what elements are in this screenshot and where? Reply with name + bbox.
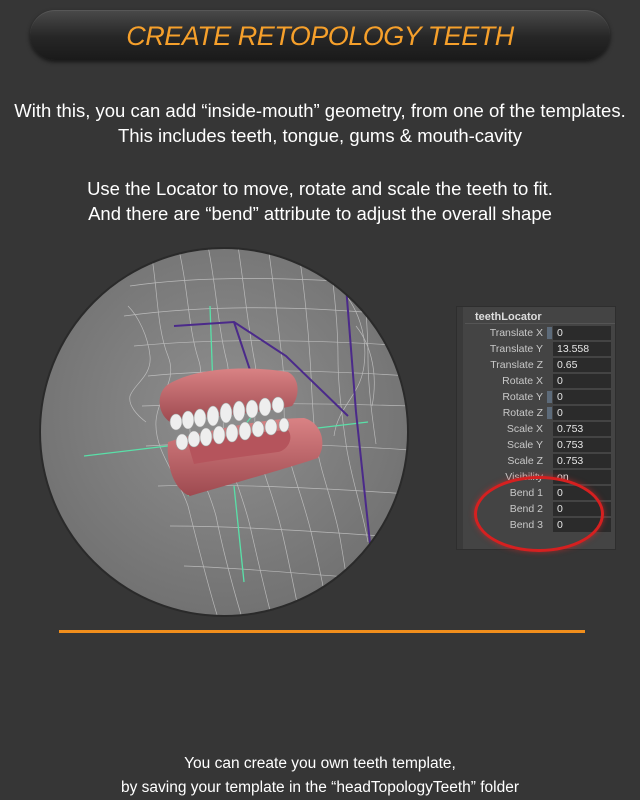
attr-label: Translate Y (489, 343, 543, 355)
attr-row-rotate-z[interactable]: Rotate Z 0 (457, 405, 615, 421)
viewport-render (39, 247, 409, 617)
attr-label: Translate Z (490, 359, 543, 371)
footer-line-1: You can create you own teeth template, (184, 755, 456, 772)
intro-line-1: With this, you can add “inside-mouth” ge… (14, 100, 626, 121)
attr-value: 0 (557, 327, 563, 339)
attr-label: Scale Z (507, 455, 543, 467)
viewport-teeth-preview[interactable] (38, 246, 410, 618)
attr-row-translate-z[interactable]: Translate Z 0.65 (457, 357, 615, 373)
section-divider (59, 630, 585, 633)
bend-attributes-highlight-ring (474, 476, 604, 552)
attr-row-scale-z[interactable]: Scale Z 0.753 (457, 453, 615, 469)
attr-label: Scale X (506, 423, 543, 435)
keyed-marker (547, 391, 552, 403)
locator-info-line-1: Use the Locator to move, rotate and scal… (87, 178, 553, 199)
attr-row-translate-x[interactable]: Translate X 0 (457, 325, 615, 341)
attr-value: 0 (557, 375, 563, 387)
attr-row-scale-y[interactable]: Scale Y 0.753 (457, 437, 615, 453)
intro-line-2: This includes teeth, tongue, gums & mout… (117, 125, 523, 146)
keyed-marker (547, 407, 552, 419)
keyed-marker (547, 327, 552, 339)
attr-row-scale-x[interactable]: Scale X 0.753 (457, 421, 615, 437)
page-title: CREATE RETOPOLOGY TEETH (126, 21, 514, 51)
attr-label: Rotate X (502, 375, 543, 387)
locator-info-line-2: And there are “bend” attribute to adjust… (88, 203, 552, 224)
intro-text: With this, you can add “inside-mouth” ge… (0, 98, 640, 148)
locator-info-text: Use the Locator to move, rotate and scal… (0, 176, 640, 226)
attr-value: 0 (557, 391, 563, 403)
attr-value: 0.753 (557, 455, 584, 467)
attr-row-translate-y[interactable]: Translate Y 13.558 (457, 341, 615, 357)
attr-value: 0.753 (557, 423, 584, 435)
title-banner: CREATE RETOPOLOGY TEETH (30, 10, 610, 60)
attr-row-rotate-y[interactable]: Rotate Y 0 (457, 389, 615, 405)
attr-label: Translate X (489, 327, 543, 339)
panel-divider (465, 323, 615, 324)
attr-label: Rotate Y (502, 391, 543, 403)
attr-value: 0.753 (557, 439, 584, 451)
attr-label: Rotate Z (502, 407, 543, 419)
footer-text: You can create you own teeth template, b… (0, 752, 640, 800)
attr-value: 0.65 (557, 359, 578, 371)
attr-value: 0 (557, 407, 563, 419)
attr-row-rotate-x[interactable]: Rotate X 0 (457, 373, 615, 389)
panel-title: teethLocator (475, 311, 542, 323)
attr-label: Scale Y (507, 439, 543, 451)
footer-line-2: by saving your template in the “headTopo… (120, 779, 520, 796)
attr-value: 13.558 (557, 343, 590, 355)
